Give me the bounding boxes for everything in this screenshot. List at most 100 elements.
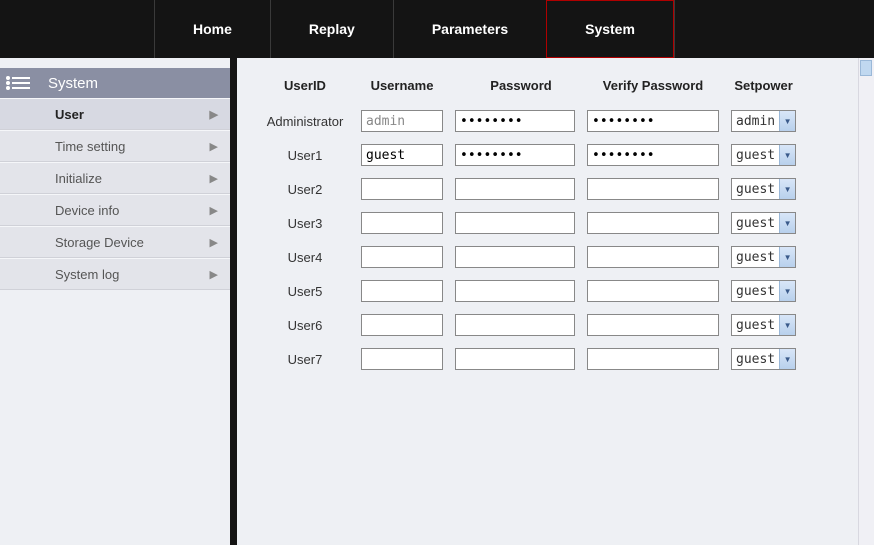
setpower-select[interactable]: guest▼ xyxy=(731,178,796,200)
sidebar-title: System xyxy=(48,75,98,92)
sidebar-header: System xyxy=(0,68,230,98)
chevron-down-icon: ▼ xyxy=(779,213,795,233)
sidebar-item-storage-device[interactable]: Storage Device ▶ xyxy=(0,226,230,258)
username-input[interactable] xyxy=(361,280,443,302)
userid-label: User5 xyxy=(255,277,355,305)
user-table: UserID Username Password Verify Password… xyxy=(255,72,802,379)
verify-password-input[interactable] xyxy=(587,110,719,132)
setpower-value: guest xyxy=(732,145,779,165)
setpower-value: guest xyxy=(732,349,779,369)
chevron-right-icon: ▶ xyxy=(210,140,218,153)
setpower-value: guest xyxy=(732,213,779,233)
userid-label: Administrator xyxy=(255,107,355,135)
password-input[interactable] xyxy=(455,246,575,268)
scrollbar-thumb[interactable] xyxy=(860,60,872,76)
sidebar-item-user[interactable]: User ▶ xyxy=(0,98,230,130)
setpower-select[interactable]: guest▼ xyxy=(731,280,796,302)
setpower-value: guest xyxy=(732,179,779,199)
nav-parameters[interactable]: Parameters xyxy=(393,0,547,58)
userid-label: User7 xyxy=(255,345,355,373)
chevron-down-icon: ▼ xyxy=(779,179,795,199)
username-input xyxy=(361,110,443,132)
username-input[interactable] xyxy=(361,246,443,268)
setpower-value: guest xyxy=(732,315,779,335)
chevron-down-icon: ▼ xyxy=(779,145,795,165)
chevron-right-icon: ▶ xyxy=(210,268,218,281)
sidebar-item-label: Initialize xyxy=(55,171,102,186)
table-row: User5 guest▼ xyxy=(255,277,802,305)
table-row: User6 guest▼ xyxy=(255,311,802,339)
password-input[interactable] xyxy=(455,348,575,370)
username-input[interactable] xyxy=(361,348,443,370)
nav-end-divider xyxy=(674,0,675,58)
username-input[interactable] xyxy=(361,178,443,200)
scrollbar[interactable] xyxy=(858,58,874,545)
verify-password-input[interactable] xyxy=(587,144,719,166)
col-setpower: Setpower xyxy=(725,78,802,101)
table-row: User2 guest▼ xyxy=(255,175,802,203)
col-verify: Verify Password xyxy=(581,78,725,101)
verify-password-input[interactable] xyxy=(587,280,719,302)
verify-password-input[interactable] xyxy=(587,314,719,336)
userid-label: User2 xyxy=(255,175,355,203)
top-nav: Home Replay Parameters System xyxy=(0,0,874,58)
col-username: Username xyxy=(355,78,449,101)
setpower-value: admin xyxy=(732,111,779,131)
sidebar-item-system-log[interactable]: System log ▶ xyxy=(0,258,230,290)
sidebar-item-label: Device info xyxy=(55,203,119,218)
setpower-select[interactable]: guest▼ xyxy=(731,246,796,268)
password-input[interactable] xyxy=(455,178,575,200)
sidebar-item-label: Time setting xyxy=(55,139,125,154)
sidebar-item-device-info[interactable]: Device info ▶ xyxy=(0,194,230,226)
col-userid: UserID xyxy=(255,78,355,101)
chevron-down-icon: ▼ xyxy=(779,315,795,335)
table-row: User4 guest▼ xyxy=(255,243,802,271)
verify-password-input[interactable] xyxy=(587,246,719,268)
chevron-right-icon: ▶ xyxy=(210,108,218,121)
chevron-down-icon: ▼ xyxy=(779,111,795,131)
nav-replay[interactable]: Replay xyxy=(270,0,394,58)
vertical-divider xyxy=(230,58,237,545)
setpower-value: guest xyxy=(732,281,779,301)
verify-password-input[interactable] xyxy=(587,212,719,234)
chevron-down-icon: ▼ xyxy=(779,247,795,267)
setpower-select[interactable]: guest▼ xyxy=(731,314,796,336)
userid-label: User4 xyxy=(255,243,355,271)
userid-label: User1 xyxy=(255,141,355,169)
setpower-select[interactable]: guest▼ xyxy=(731,212,796,234)
nav-home[interactable]: Home xyxy=(154,0,271,58)
sidebar-item-label: User xyxy=(55,107,84,122)
sidebar-item-label: System log xyxy=(55,267,119,282)
setpower-select[interactable]: guest▼ xyxy=(731,348,796,370)
setpower-value: guest xyxy=(732,247,779,267)
username-input[interactable] xyxy=(361,314,443,336)
chevron-down-icon: ▼ xyxy=(779,281,795,301)
password-input[interactable] xyxy=(455,144,575,166)
list-icon xyxy=(12,77,30,89)
table-row: User3 guest▼ xyxy=(255,209,802,237)
userid-label: User6 xyxy=(255,311,355,339)
userid-label: User3 xyxy=(255,209,355,237)
table-row: User7 guest▼ xyxy=(255,345,802,373)
chevron-right-icon: ▶ xyxy=(210,172,218,185)
password-input[interactable] xyxy=(455,314,575,336)
table-row: Administrator admin▼ xyxy=(255,107,802,135)
chevron-right-icon: ▶ xyxy=(210,204,218,217)
main-content: UserID Username Password Verify Password… xyxy=(237,58,874,545)
col-password: Password xyxy=(449,78,581,101)
verify-password-input[interactable] xyxy=(587,348,719,370)
sidebar-item-initialize[interactable]: Initialize ▶ xyxy=(0,162,230,194)
table-row: User1 guest▼ xyxy=(255,141,802,169)
username-input[interactable] xyxy=(361,144,443,166)
password-input[interactable] xyxy=(455,212,575,234)
setpower-select[interactable]: guest▼ xyxy=(731,144,796,166)
nav-system[interactable]: System xyxy=(546,0,674,58)
verify-password-input[interactable] xyxy=(587,178,719,200)
password-input[interactable] xyxy=(455,280,575,302)
password-input[interactable] xyxy=(455,110,575,132)
username-input[interactable] xyxy=(361,212,443,234)
sidebar-item-label: Storage Device xyxy=(55,235,144,250)
sidebar-item-time-setting[interactable]: Time setting ▶ xyxy=(0,130,230,162)
setpower-select[interactable]: admin▼ xyxy=(731,110,796,132)
sidebar: System User ▶ Time setting ▶ Initialize … xyxy=(0,58,230,545)
